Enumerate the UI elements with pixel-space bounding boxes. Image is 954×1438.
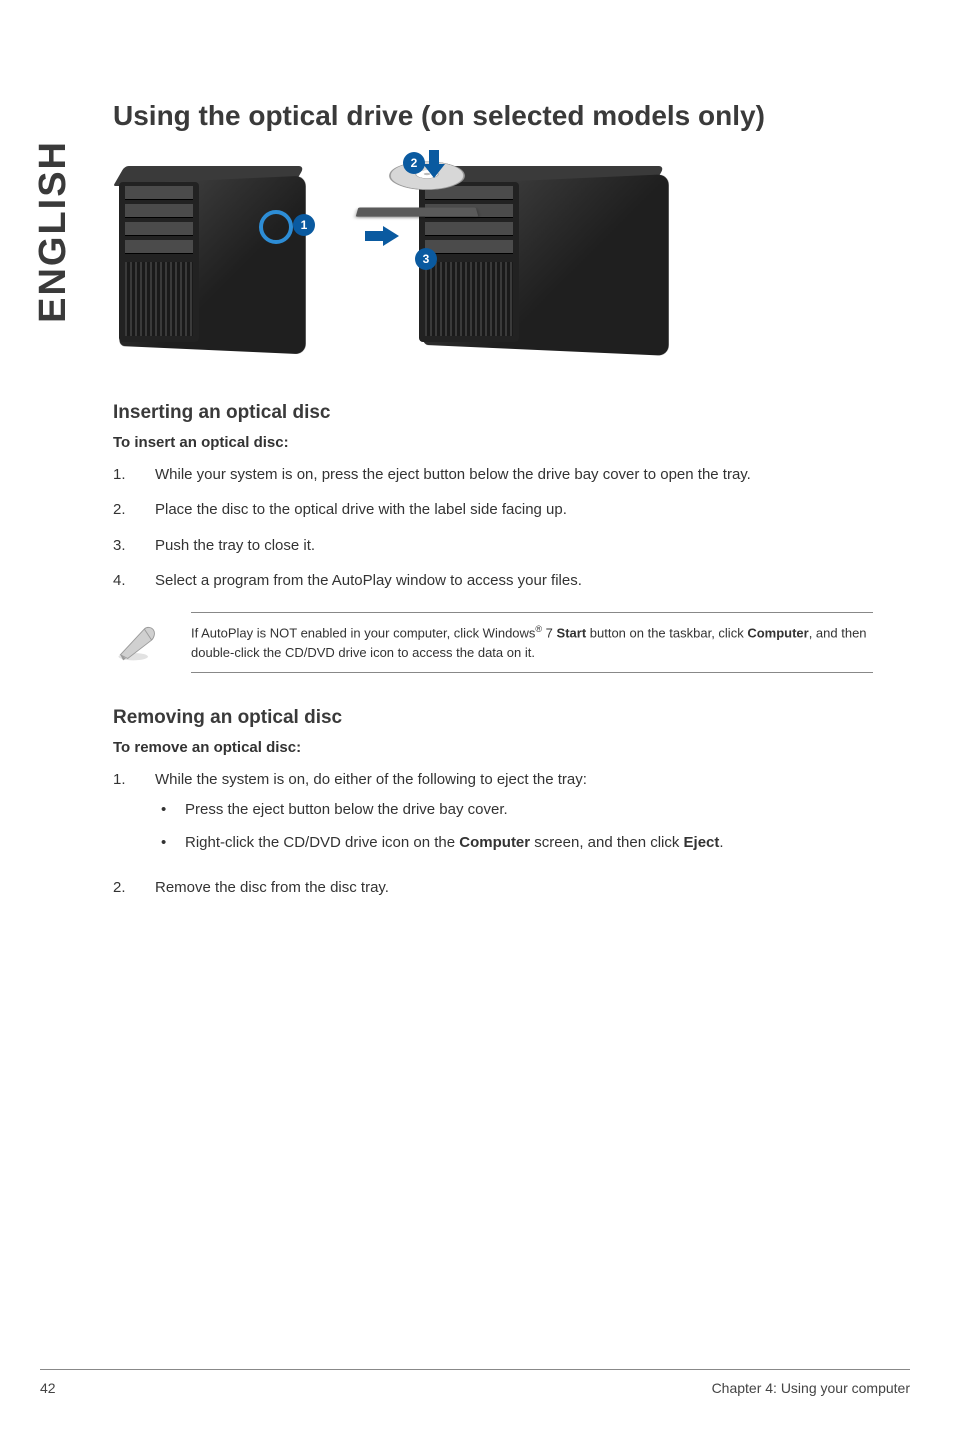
page-content: Using the optical drive (on selected mod… [113, 100, 873, 919]
note-text: If AutoPlay is NOT enabled in your compu… [191, 612, 873, 673]
bullet-item: •Right-click the CD/DVD drive icon on th… [155, 831, 873, 854]
insert-steps: 1.While your system is on, press the eje… [113, 463, 873, 592]
bullet-item: •Press the eject button below the drive … [155, 798, 873, 821]
figure-tower-left: 1 [113, 162, 313, 357]
eject-button-highlight-ring [259, 210, 293, 244]
list-item: 2.Place the disc to the optical drive wi… [113, 498, 873, 521]
inserting-heading: Inserting an optical disc [113, 402, 873, 424]
figure-tower-right: 2 3 [383, 162, 683, 357]
page-footer: 42 Chapter 4: Using your computer [40, 1369, 910, 1396]
remove-proc-label: To remove an optical disc: [113, 739, 873, 756]
note-block: If AutoPlay is NOT enabled in your compu… [113, 612, 873, 673]
list-item: 1. While the system is on, do either of … [113, 768, 873, 864]
list-item: 4.Select a program from the AutoPlay win… [113, 569, 873, 592]
language-side-tab: ENGLISH [32, 140, 75, 323]
callout-2: 2 [403, 152, 425, 174]
remove-steps: 1. While the system is on, do either of … [113, 768, 873, 899]
page-title: Using the optical drive (on selected mod… [113, 100, 873, 132]
page-number: 42 [40, 1380, 56, 1396]
callout-3: 3 [415, 248, 437, 270]
list-item: 3.Push the tray to close it. [113, 534, 873, 557]
list-item: 1.While your system is on, press the eje… [113, 463, 873, 486]
arrow-right-icon [365, 226, 399, 246]
insert-proc-label: To insert an optical disc: [113, 434, 873, 451]
figure-row: 1 [113, 162, 873, 357]
removing-heading: Removing an optical disc [113, 707, 873, 729]
list-item: 2.Remove the disc from the disc tray. [113, 876, 873, 899]
note-pen-icon [113, 612, 163, 669]
chapter-label: Chapter 4: Using your computer [712, 1380, 910, 1396]
callout-1: 1 [293, 214, 315, 236]
arrow-down-icon [423, 150, 445, 180]
